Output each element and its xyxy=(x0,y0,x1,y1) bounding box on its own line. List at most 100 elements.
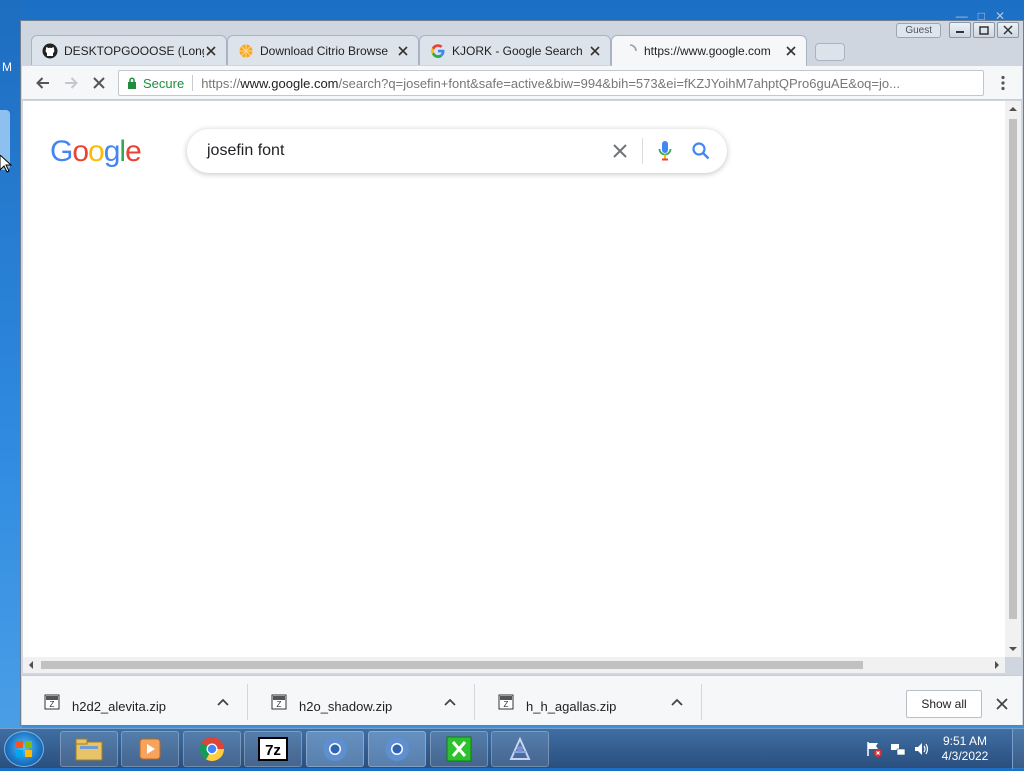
github-icon xyxy=(42,43,58,58)
svg-text:7z: 7z xyxy=(265,742,281,759)
close-icon xyxy=(786,46,796,56)
downloads-shelf: Z h2d2_alevita.zip Z h2o_shadow.zip Z h_… xyxy=(22,675,1022,725)
logo-letter: o xyxy=(88,135,105,168)
close-downloads-shelf-button[interactable] xyxy=(992,694,1012,714)
back-arrow-icon xyxy=(36,77,49,89)
tab-citrio[interactable]: Download Citrio Browse xyxy=(227,35,419,65)
taskbar-chromium-2[interactable] xyxy=(368,731,426,767)
scroll-up-arrow-icon xyxy=(1009,107,1017,111)
restore-button[interactable] xyxy=(973,22,995,38)
vertical-scroll-thumb[interactable] xyxy=(1009,119,1017,619)
minimize-button[interactable] xyxy=(949,22,971,38)
download-options-button[interactable] xyxy=(213,692,233,712)
7zip-icon: 7z xyxy=(258,737,288,761)
start-button[interactable] xyxy=(4,731,44,767)
tab-close-button[interactable] xyxy=(396,44,410,58)
download-options-button[interactable] xyxy=(667,692,687,712)
address-bar[interactable]: Secure https://www.google.com/search?q=j… xyxy=(118,70,984,96)
chromium-icon xyxy=(385,737,409,761)
taskbar-7zip[interactable]: 7z xyxy=(244,731,302,767)
tab-google-active[interactable]: https://www.google.com xyxy=(611,35,807,66)
voice-search-button[interactable] xyxy=(647,133,683,169)
clear-icon xyxy=(613,144,627,158)
scroll-down-arrow-icon xyxy=(1009,647,1017,651)
tab-desktopgoose[interactable]: DESKTOPGOOOSE (Long xyxy=(31,35,227,65)
close-icon xyxy=(1003,25,1013,35)
tab-title: Download Citrio Browse xyxy=(260,43,389,58)
vertical-scrollbar[interactable] xyxy=(1005,101,1021,657)
clock-time: 9:51 AM xyxy=(942,734,988,748)
scroll-left-arrow-icon xyxy=(29,661,33,669)
forward-button[interactable] xyxy=(60,72,82,94)
close-icon xyxy=(996,698,1008,710)
taskbar-chromium-1[interactable] xyxy=(306,731,364,767)
zip-file-icon: Z xyxy=(44,694,60,710)
clear-search-button[interactable] xyxy=(602,133,638,169)
logo-letter: g xyxy=(103,135,121,168)
taskbar-excel[interactable] xyxy=(430,731,488,767)
url-scheme: https:// xyxy=(201,75,241,91)
back-button[interactable] xyxy=(32,72,54,94)
chevron-up-icon xyxy=(217,698,229,706)
show-all-downloads-button[interactable]: Show all xyxy=(906,690,982,718)
tab-kjork-search[interactable]: KJORK - Google Search xyxy=(419,35,611,65)
close-icon xyxy=(398,45,408,56)
new-tab-button[interactable] xyxy=(815,43,845,61)
stop-loading-button[interactable] xyxy=(88,72,110,94)
download-filename: h2d2_alevita.zip xyxy=(72,698,166,714)
address-divider xyxy=(192,75,194,91)
tab-title: https://www.google.com xyxy=(644,44,771,58)
microphone-icon xyxy=(658,141,672,161)
close-icon xyxy=(590,45,600,56)
search-input[interactable]: josefin font xyxy=(207,142,602,160)
tab-close-button[interactable] xyxy=(204,44,218,58)
download-options-button[interactable] xyxy=(440,692,460,712)
network-icon[interactable] xyxy=(890,741,906,757)
tab-close-button[interactable] xyxy=(588,44,602,58)
zip-file-icon: Z xyxy=(271,694,287,710)
media-player-icon xyxy=(139,738,161,760)
google-logo[interactable]: Google xyxy=(50,135,142,169)
horizontal-scrollbar[interactable] xyxy=(23,657,1005,673)
search-submit-button[interactable] xyxy=(683,133,719,169)
svg-text:Z: Z xyxy=(277,700,282,709)
google-g-icon xyxy=(431,43,445,58)
action-center-warning-icon[interactable] xyxy=(866,741,882,757)
download-item[interactable]: Z h2d2_alevita.zip xyxy=(22,684,248,720)
page-viewport: Google josefin font xyxy=(23,101,1005,657)
show-desktop-button[interactable] xyxy=(1012,729,1024,769)
ghost-minimize-icon: — xyxy=(955,9,968,23)
download-filename: h_h_agallas.zip xyxy=(526,698,617,714)
svg-text:Z: Z xyxy=(504,700,509,709)
clock-date: 4/3/2022 xyxy=(941,749,989,763)
download-item[interactable]: Z h_h_agallas.zip xyxy=(476,684,702,720)
logo-letter: o xyxy=(72,135,89,168)
search-box[interactable]: josefin font xyxy=(187,129,727,173)
close-window-button[interactable] xyxy=(997,22,1019,38)
browser-window: — □ ✕ Guest DESKTOPGOOOSE (Long Download… xyxy=(20,9,1024,726)
stop-icon xyxy=(93,77,105,89)
taskbar-chrome[interactable] xyxy=(183,731,241,767)
mouse-cursor-icon xyxy=(0,155,12,173)
desktop-icon-label[interactable]: M xyxy=(2,60,12,74)
tab-close-button[interactable] xyxy=(784,44,798,58)
tab-title: DESKTOPGOOOSE (Long xyxy=(64,43,204,58)
excel-icon xyxy=(446,736,472,762)
download-item[interactable]: Z h2o_shadow.zip xyxy=(249,684,475,720)
taskbar-font-app[interactable] xyxy=(491,731,549,767)
restore-icon xyxy=(979,26,989,35)
logo-letter: G xyxy=(50,135,73,168)
chevron-up-icon xyxy=(444,698,456,706)
taskbar-media-player[interactable] xyxy=(121,731,179,767)
close-icon xyxy=(206,45,216,56)
volume-icon[interactable] xyxy=(914,741,930,757)
download-filename: h2o_shadow.zip xyxy=(299,698,393,714)
scroll-right-arrow-icon xyxy=(995,661,999,669)
system-clock[interactable]: 9:51 AM 4/3/2022 xyxy=(930,734,1000,764)
kebab-menu-icon xyxy=(1001,75,1005,91)
taskbar-explorer[interactable] xyxy=(60,731,118,767)
windows-logo-icon xyxy=(16,741,32,757)
horizontal-scroll-thumb[interactable] xyxy=(41,661,863,669)
chevron-up-icon xyxy=(671,698,683,706)
browser-menu-button[interactable] xyxy=(992,72,1014,94)
